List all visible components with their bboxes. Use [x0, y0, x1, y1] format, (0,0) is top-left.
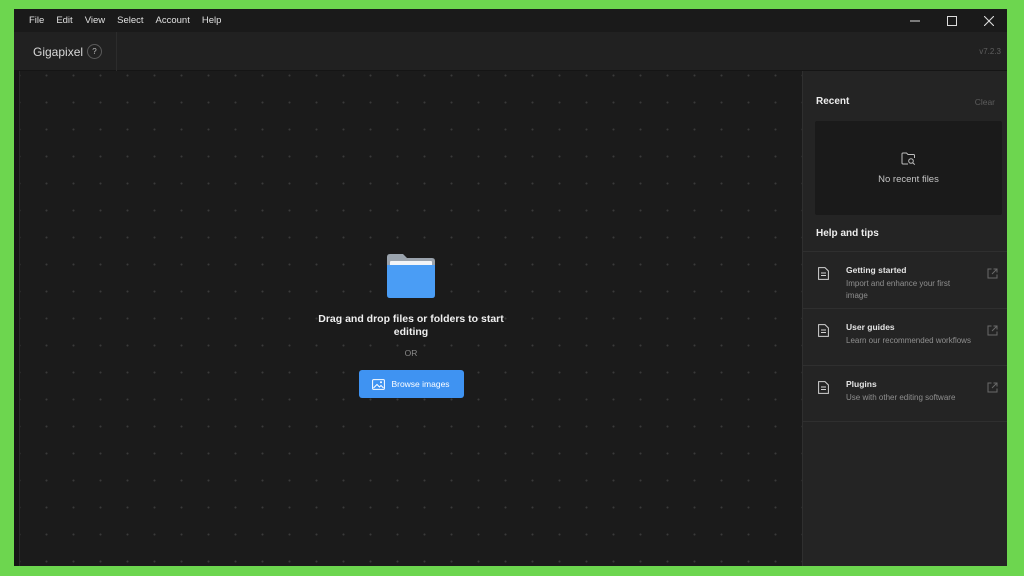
help-tips-heading: Help and tips — [816, 228, 879, 239]
tip-description: Learn our recommended workflows — [846, 336, 971, 345]
tip-getting-started[interactable]: Getting started Import and enhance your … — [803, 251, 1007, 308]
image-icon — [372, 378, 386, 390]
app-header: Gigapixel ? v7.2.3 — [14, 32, 1007, 71]
drop-zone: Drag and drop files or folders to start … — [20, 253, 802, 398]
window-controls — [896, 9, 1007, 32]
recent-files-box: No recent files — [815, 121, 1002, 215]
help-badge-button[interactable]: ? — [87, 44, 102, 59]
right-panel: Recent Clear No recent files Help and ti… — [802, 71, 1007, 566]
version-label: v7.2.3 — [979, 47, 1001, 56]
drop-canvas[interactable]: Drag and drop files or folders to start … — [20, 71, 802, 566]
minimize-button[interactable] — [896, 9, 933, 32]
recent-heading: Recent — [816, 96, 850, 107]
menu-view[interactable]: View — [79, 15, 111, 26]
tip-title: Getting started — [846, 265, 907, 275]
document-icon — [818, 324, 829, 337]
maximize-icon — [946, 15, 957, 26]
document-icon — [818, 267, 829, 280]
external-link-icon — [987, 382, 998, 393]
external-link-icon — [987, 268, 998, 279]
tip-user-guides[interactable]: User guides Learn our recommended workfl… — [803, 308, 1007, 365]
tip-title: User guides — [846, 322, 895, 332]
menu-select[interactable]: Select — [111, 15, 149, 26]
browse-images-button[interactable]: Browse images — [358, 370, 464, 398]
tip-description: Use with other editing software — [846, 393, 956, 402]
menu-account[interactable]: Account — [150, 15, 196, 26]
clear-recent-button[interactable]: Clear — [975, 97, 995, 107]
tip-title: Plugins — [846, 379, 877, 389]
tip-description: Import and enhance your first image — [846, 279, 951, 300]
header-divider — [116, 32, 117, 71]
close-button[interactable] — [970, 9, 1007, 32]
menu-help[interactable]: Help — [196, 15, 228, 26]
minimize-icon — [909, 20, 920, 21]
app-name: Gigapixel — [33, 45, 84, 59]
menu-bar: File Edit View Select Account Help — [14, 9, 1007, 32]
app-window: File Edit View Select Account Help Gigap… — [14, 9, 1007, 566]
or-separator: OR — [404, 348, 418, 358]
drop-instruction: Drag and drop files or folders to start … — [318, 313, 504, 338]
no-recent-files-text: No recent files — [878, 173, 939, 185]
folder-search-icon — [901, 152, 916, 165]
document-icon — [818, 381, 829, 394]
close-icon — [983, 15, 994, 26]
browse-images-label: Browse images — [391, 379, 450, 389]
menu-edit[interactable]: Edit — [50, 15, 78, 26]
tip-plugins[interactable]: Plugins Use with other editing software — [803, 365, 1007, 422]
menu-file[interactable]: File — [23, 15, 50, 26]
folder-icon — [387, 254, 435, 298]
help-tips-list: Getting started Import and enhance your … — [803, 251, 1007, 422]
maximize-button[interactable] — [933, 9, 970, 32]
external-link-icon — [987, 325, 998, 336]
